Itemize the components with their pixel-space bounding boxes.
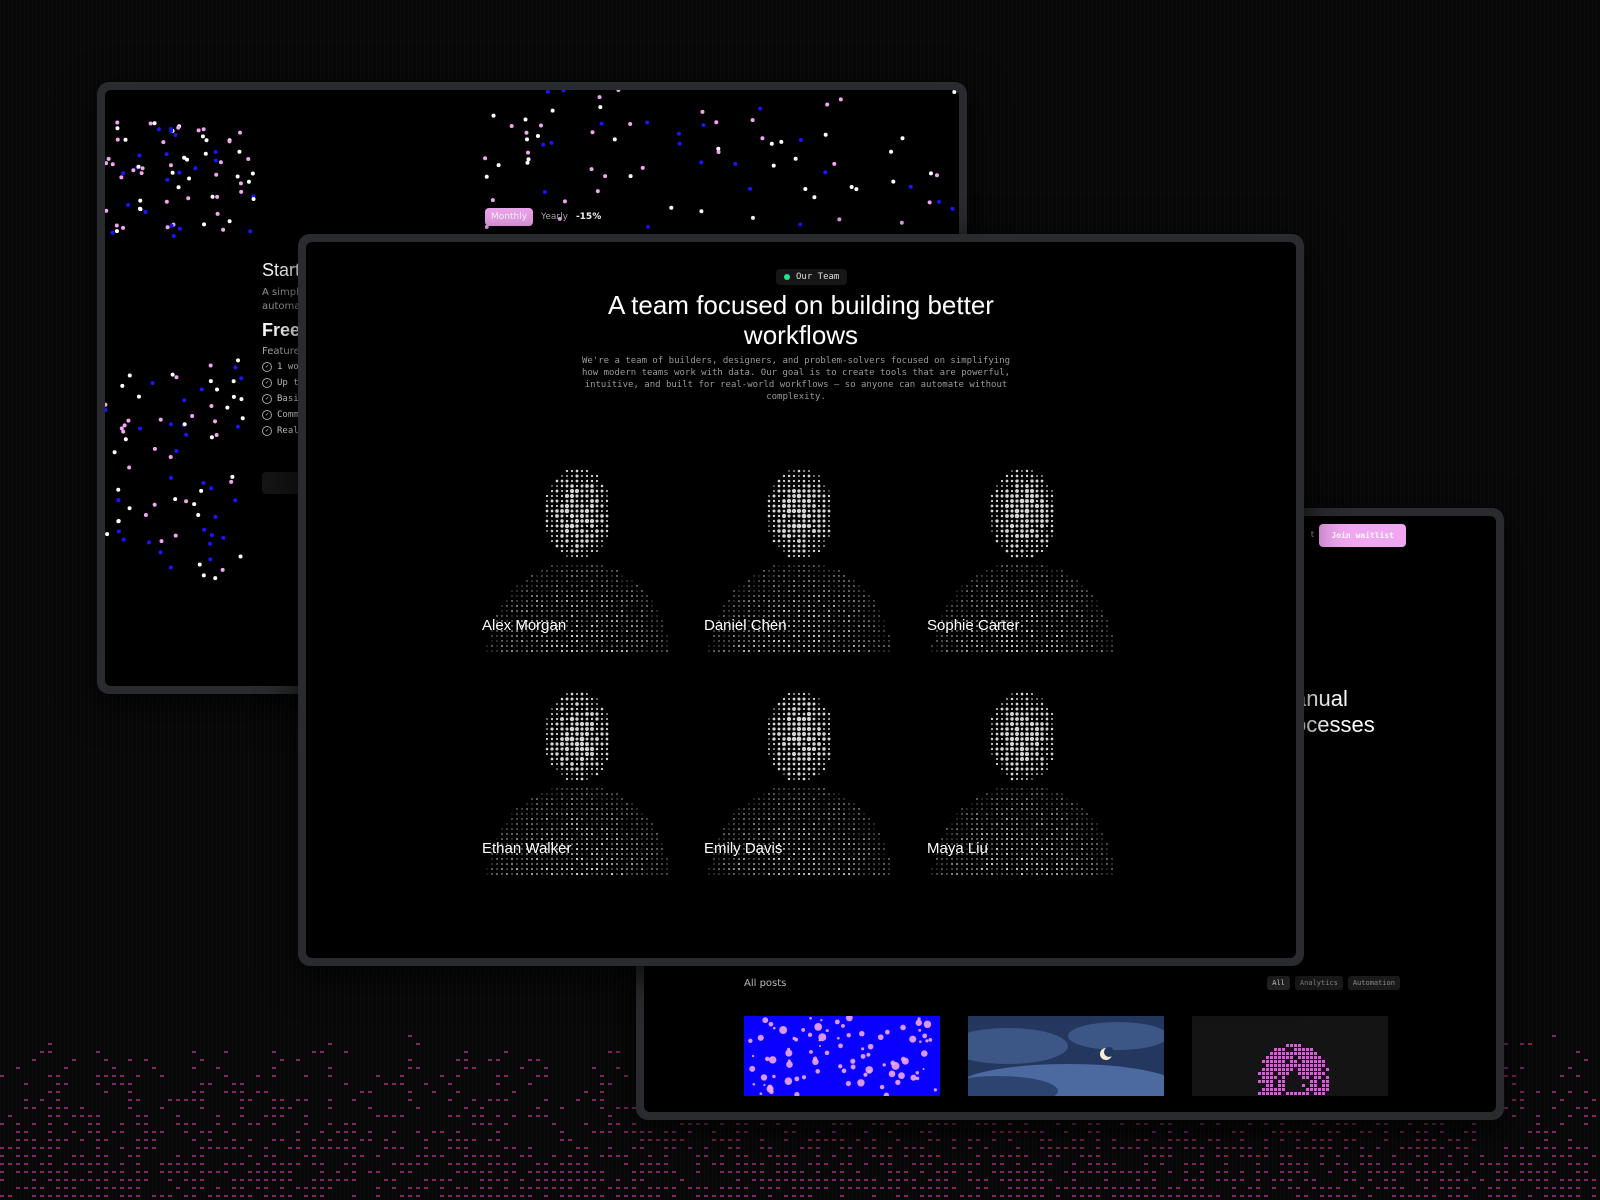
filter-all[interactable]: All: [1267, 976, 1290, 990]
check-circle-icon: ✓: [262, 362, 272, 372]
team-member-card[interactable]: Emily Davis: [700, 675, 900, 875]
feature-item: ✓ Up t: [262, 378, 299, 388]
post-thumbnail-bubbles[interactable]: [744, 1016, 940, 1096]
team-member-card[interactable]: Sophie Carter: [923, 452, 1123, 652]
filter-automation[interactable]: Automation: [1347, 976, 1400, 990]
feature-text: Up t: [277, 378, 299, 388]
member-name: Sophie Carter: [927, 617, 1020, 634]
member-name: Alex Morgan: [482, 617, 567, 634]
member-name: Maya Liu: [927, 840, 988, 857]
toggle-monthly[interactable]: Monthly: [485, 208, 534, 226]
member-name: Ethan Walker: [482, 840, 572, 857]
discount-badge: -15%: [575, 212, 602, 222]
hero-line-2: ocesses: [1294, 712, 1375, 737]
team-member-card[interactable]: Ethan Walker: [478, 675, 678, 875]
post-filters: All Analytics Automation: [1267, 976, 1400, 990]
member-name: Emily Davis: [704, 840, 783, 857]
member-name: Daniel Chen: [704, 617, 787, 634]
post-thumbnail-pixel-gear[interactable]: [1192, 1016, 1388, 1096]
toggle-yearly[interactable]: Yearly: [541, 212, 568, 222]
feature-item: ✓ Comm: [262, 410, 299, 420]
section-tag: Our Team: [776, 269, 848, 285]
post-thumbnail-night-sky[interactable]: [968, 1016, 1164, 1096]
nav-link[interactable]: t: [1311, 530, 1314, 539]
bubbles-image: [748, 1016, 937, 1096]
feature-item: ✓ Basi: [262, 394, 299, 404]
filter-analytics[interactable]: Analytics: [1294, 976, 1343, 990]
night-sky-image: [968, 1022, 1164, 1096]
team-member-card[interactable]: Alex Morgan: [478, 452, 678, 652]
team-description: We're a team of builders, designers, and…: [581, 356, 1011, 402]
pricing-card-title: Start: [262, 260, 301, 280]
billing-toggle: Monthly Yearly -15%: [485, 208, 601, 226]
all-posts-heading: All posts: [744, 978, 787, 989]
hero-line-1: anual: [1294, 686, 1348, 711]
feature-text: 1 wo: [277, 362, 299, 372]
pixel-gear-image: [1258, 1044, 1329, 1095]
check-circle-icon: ✓: [262, 394, 272, 404]
status-dot-icon: [784, 274, 790, 280]
check-circle-icon: ✓: [262, 426, 272, 436]
team-window: Our Team A team focused on building bett…: [298, 234, 1304, 966]
join-waitlist-button[interactable]: Join waitlist: [1319, 524, 1406, 547]
section-tag-label: Our Team: [796, 272, 840, 282]
plan-name: Free: [262, 320, 301, 340]
team-member-card[interactable]: Maya Liu: [923, 675, 1123, 875]
feature-text: Comm: [277, 410, 299, 420]
check-circle-icon: ✓: [262, 410, 272, 420]
check-circle-icon: ✓: [262, 378, 272, 388]
team-heading: A team focused on building better workfl…: [608, 290, 994, 350]
blog-hero-title: anual ocesses: [1294, 686, 1375, 738]
team-member-card[interactable]: Daniel Chen: [700, 452, 900, 652]
feature-item: ✓ 1 wo: [262, 362, 299, 372]
feature-text: Basi: [277, 394, 299, 404]
